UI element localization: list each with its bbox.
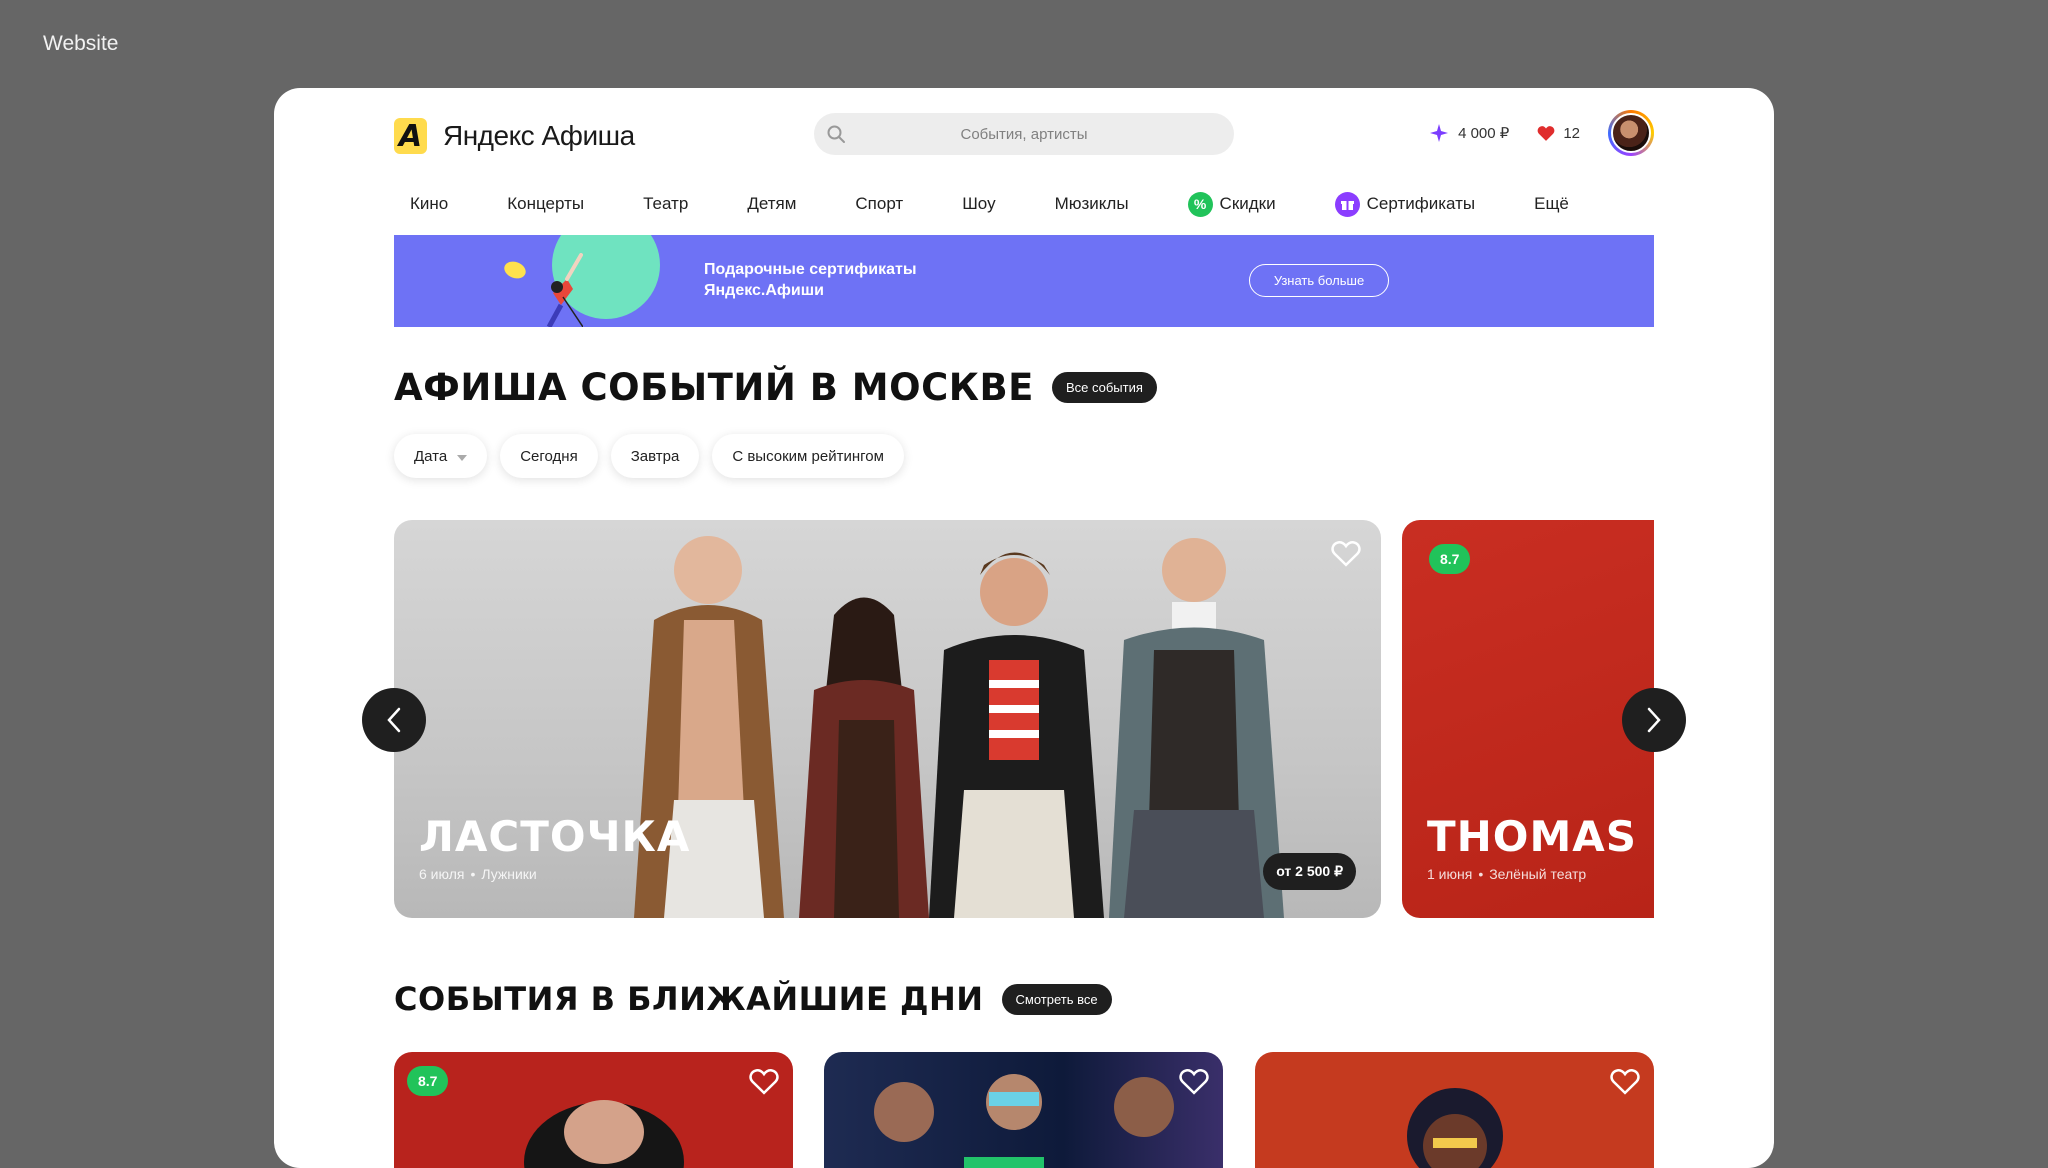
carousel-next-button[interactable] (1622, 688, 1686, 752)
nav-label: Детям (747, 194, 797, 213)
promo-banner[interactable]: Подарочные сертификаты Яндекс.Афиши Узна… (394, 235, 1654, 327)
events-section-header: АФИША СОБЫТИЙ В МОСКВЕ Все события (394, 366, 1157, 409)
event-photo (874, 1074, 1174, 1168)
likes-count: 12 (1563, 124, 1580, 142)
event-place: Лужники (481, 866, 537, 882)
favorites-link[interactable]: 12 (1537, 125, 1580, 142)
see-all-button[interactable]: Смотреть все (1001, 983, 1112, 1015)
nav-label: Мюзиклы (1054, 194, 1129, 213)
avatar[interactable] (1608, 110, 1654, 156)
price-badge[interactable]: от 2 500 ₽ (1263, 853, 1356, 890)
nav-item-discounts[interactable]: % Скидки (1187, 191, 1276, 217)
event-place: Зелёный театр (1489, 866, 1587, 882)
nav-label: Кино (410, 194, 449, 213)
filter-label: Дата (414, 447, 448, 465)
page-title: АФИША СОБЫТИЙ В МОСКВЕ (394, 366, 1034, 409)
event-photo (524, 1100, 684, 1168)
event-photo (1407, 1088, 1503, 1168)
banner-dot-decor (501, 258, 529, 282)
percent-icon: % (1187, 191, 1213, 217)
filter-tomorrow[interactable]: Завтра (610, 434, 700, 478)
filter-date[interactable]: Дата (394, 434, 488, 478)
event-card-small[interactable] (1255, 1052, 1654, 1168)
all-events-button[interactable]: Все события (1051, 372, 1157, 403)
nav-item-musicals[interactable]: Мюзиклы (1055, 194, 1129, 214)
avatar-image (1611, 113, 1651, 153)
nav-label: Скидки (1219, 194, 1276, 213)
band-photo (634, 536, 1284, 918)
section-title: СОБЫТИЯ В БЛИЖАЙШИЕ ДНИ (394, 980, 984, 1018)
event-meta: 1 июня • Зелёный театр (1427, 866, 1587, 882)
nav-item-show[interactable]: Шоу (962, 194, 995, 214)
filter-today[interactable]: Сегодня (500, 434, 598, 478)
nav-label: Ещё (1534, 194, 1569, 213)
user-tools: 4 000 ₽ 12 (1430, 106, 1654, 160)
nav-label: Шоу (962, 194, 996, 213)
search-icon (827, 125, 845, 143)
nav-item-sport[interactable]: Спорт (855, 194, 903, 214)
filter-label: Завтра (630, 447, 680, 465)
nav-label: Спорт (855, 194, 904, 213)
event-meta: 6 июля • Лужники (419, 866, 537, 882)
nav-label: Концерты (507, 194, 585, 213)
nav-item-more[interactable]: Ещё (1534, 194, 1569, 214)
filter-bar: Дата Сегодня Завтра С высоким рейтингом (394, 434, 917, 478)
logo[interactable]: А Яндекс Афиша (394, 116, 635, 156)
favorite-heart-icon[interactable] (1331, 538, 1361, 568)
search-input[interactable]: События, артисты (814, 113, 1234, 155)
nav-item-kino[interactable]: Кино (410, 194, 448, 214)
favorite-heart-icon[interactable] (1610, 1066, 1640, 1096)
page-content: А Яндекс Афиша События, артисты 4 000 ₽ (362, 88, 1686, 1168)
logo-icon: А (394, 118, 427, 154)
filter-label: С высоким рейтингом (732, 447, 884, 465)
logo-text: Яндекс Афиша (443, 120, 635, 151)
banner-more-button[interactable]: Узнать больше (1249, 264, 1389, 297)
nav-item-kids[interactable]: Детям (747, 194, 796, 214)
event-card-featured[interactable]: ЛАСТОЧКА 6 июля • Лужники от 2 500 ₽ (394, 520, 1381, 918)
rating-badge: 8.7 (1429, 544, 1471, 574)
nav-label: Сертификаты (1366, 194, 1476, 213)
banner-title: Подарочные сертификаты Яндекс.Афиши (704, 261, 917, 299)
nav-item-certificates[interactable]: Сертификаты (1334, 191, 1476, 217)
event-date: 1 июня (1427, 866, 1473, 882)
event-title: THOMAS M (1427, 812, 1654, 861)
nav-item-theatre[interactable]: Театр (643, 194, 688, 214)
event-date: 6 июля (419, 866, 465, 882)
plus-points[interactable]: 4 000 ₽ (1430, 124, 1509, 142)
heart-icon (1537, 126, 1555, 141)
browser-page: А Яндекс Афиша События, артисты 4 000 ₽ (274, 88, 1774, 1168)
points-value: 4 000 ₽ (1458, 125, 1510, 142)
search-placeholder: События, артисты (960, 125, 1088, 143)
carousel-prev-button[interactable] (362, 688, 426, 752)
filter-high-rating[interactable]: С высоким рейтингом (712, 434, 904, 478)
event-title: ЛАСТОЧКА (419, 812, 691, 861)
gift-icon (1334, 191, 1360, 217)
event-card-thomas[interactable]: 8.7 THOMAS M 1 июня•Зелёный театр (1402, 520, 1654, 918)
nav-label: Театр (643, 194, 689, 213)
filter-label: Сегодня (520, 447, 578, 465)
rating-badge: 8.7 (407, 1066, 449, 1096)
chevron-down-icon (457, 454, 468, 461)
chevron-left-icon (387, 707, 401, 733)
event-card-small[interactable] (824, 1052, 1223, 1168)
singer-illustration (546, 253, 583, 327)
chevron-right-icon (1647, 707, 1661, 733)
upcoming-section-header: СОБЫТИЯ В БЛИЖАЙШИЕ ДНИ Смотреть все (394, 980, 1112, 1018)
diamond-icon (1430, 124, 1449, 142)
event-card-small[interactable]: 8.7 (394, 1052, 793, 1168)
favorite-heart-icon[interactable] (1179, 1066, 1209, 1096)
main-nav: Кино Концерты Театр Детям Спорт Шоу Мюзи… (410, 184, 1628, 224)
nav-item-concerts[interactable]: Концерты (507, 194, 584, 214)
favorite-heart-icon[interactable] (749, 1066, 779, 1096)
canvas-label: Website (43, 32, 119, 55)
